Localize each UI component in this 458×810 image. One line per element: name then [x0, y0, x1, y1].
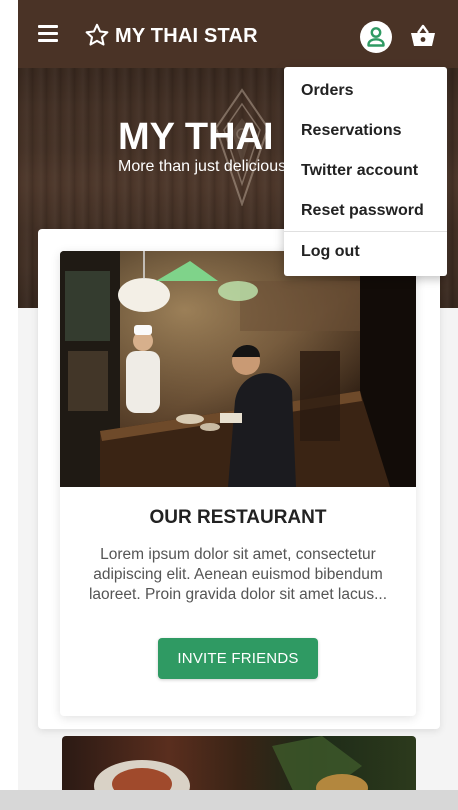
restaurant-card-container: OUR RESTAURANT Lorem ipsum dolor sit ame… [38, 229, 440, 729]
hero-subtitle: More than just delicious [118, 158, 287, 175]
cart-button[interactable] [408, 22, 438, 50]
menu-icon[interactable] [38, 25, 60, 43]
bottom-bar [0, 790, 458, 810]
menu-item-log-out[interactable]: Log out [284, 232, 447, 272]
left-gutter [0, 0, 18, 810]
restaurant-photo [60, 251, 416, 487]
star-outline-icon [85, 23, 109, 46]
restaurant-card: OUR RESTAURANT Lorem ipsum dolor sit ame… [60, 251, 416, 716]
user-account-button[interactable] [360, 21, 392, 53]
invite-friends-button[interactable]: INVITE FRIENDS [158, 638, 318, 679]
person-icon [367, 27, 385, 47]
menu-item-twitter-account[interactable]: Twitter account [284, 151, 447, 191]
menu-item-reservations[interactable]: Reservations [284, 111, 447, 151]
card-title: OUR RESTAURANT [149, 507, 327, 528]
menu-item-orders[interactable]: Orders [284, 71, 447, 111]
brand-title[interactable]: MY THAI STAR [115, 25, 258, 48]
menu-item-reset-password[interactable]: Reset password [284, 191, 447, 231]
shopping-basket-icon [411, 24, 435, 46]
app-viewport: MY THAI STAR MY THAI STAR More than just… [0, 0, 458, 810]
card-description: Lorem ipsum dolor sit amet, consectetur … [88, 546, 388, 603]
user-menu-dropdown: Orders Reservations Twitter account Rese… [284, 67, 447, 276]
top-toolbar: MY THAI STAR [18, 0, 458, 68]
